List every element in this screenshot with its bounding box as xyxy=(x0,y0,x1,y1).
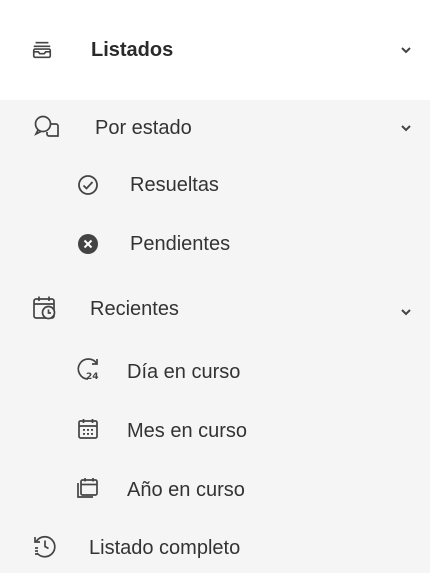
nav-menu: Listados Por estado Resueltas Pendientes… xyxy=(0,0,430,573)
chevron-down-icon[interactable] xyxy=(398,42,414,58)
menu-header-listados[interactable]: Listados xyxy=(0,22,430,78)
menu-item-dia-en-curso[interactable]: 24 Día en curso xyxy=(0,345,430,401)
x-circle-filled-icon xyxy=(76,232,100,256)
menu-item-label: Mes en curso xyxy=(127,420,248,442)
menu-item-label: Pendientes xyxy=(130,233,231,255)
menu-item-label: Listado completo xyxy=(89,537,241,559)
inbox-icon xyxy=(30,38,54,62)
calendar-stack-icon xyxy=(74,476,100,500)
chevron-down-icon[interactable] xyxy=(398,120,414,136)
menu-item-pendientes[interactable]: Pendientes xyxy=(0,215,430,271)
menu-item-listado-completo[interactable]: Listado completo xyxy=(0,522,430,573)
chat-bubbles-icon xyxy=(33,114,61,140)
check-circle-icon xyxy=(76,173,100,197)
menu-item-mes-en-curso[interactable]: Mes en curso xyxy=(0,403,430,459)
calendar-clock-icon xyxy=(31,294,59,322)
history-icon xyxy=(31,532,59,560)
svg-text:24: 24 xyxy=(86,372,99,382)
clock-24-icon: 24 xyxy=(74,355,102,383)
menu-group-recientes[interactable]: Recientes xyxy=(0,283,430,339)
menu-item-label: Resueltas xyxy=(130,174,219,196)
menu-item-resueltas[interactable]: Resueltas xyxy=(0,157,430,213)
menu-group-label: Por estado xyxy=(95,117,192,139)
menu-group-por-estado[interactable]: Por estado xyxy=(0,100,430,156)
menu-header-label: Listados xyxy=(91,39,174,61)
menu-item-ano-en-curso[interactable]: Año en curso xyxy=(0,462,430,518)
chevron-down-icon[interactable] xyxy=(398,304,414,320)
menu-group-label: Recientes xyxy=(90,298,179,320)
menu-item-label: Año en curso xyxy=(127,479,245,501)
menu-item-label: Día en curso xyxy=(127,361,241,383)
calendar-month-icon xyxy=(76,417,100,441)
